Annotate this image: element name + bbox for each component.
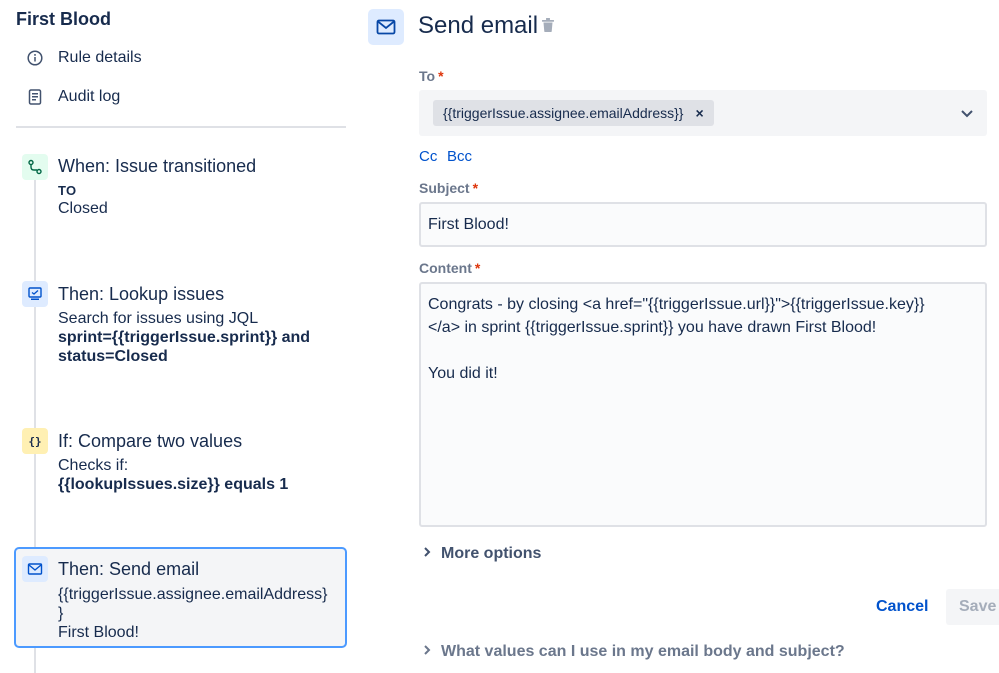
step-line: sprint={{triggerIssue.sprint}} and <box>58 329 311 346</box>
step-trigger-issue-transitioned[interactable]: When: Issue transitioned TO Closed <box>14 150 347 230</box>
step-title: Then: Send email <box>58 559 200 579</box>
step-line: Checks if: <box>58 457 129 474</box>
step-condition-compare-values[interactable]: {} If: Compare two values Checks if: {{l… <box>14 425 347 505</box>
send-email-icon <box>368 9 404 45</box>
chevron-right-icon <box>423 643 431 661</box>
step-line: Search for issues using JQL <box>58 310 259 327</box>
nav-audit-log-label: Audit log <box>58 88 121 105</box>
nav-rule-details[interactable]: Rule details <box>26 49 142 67</box>
editor-title: Send email <box>418 12 539 39</box>
trash-icon[interactable] <box>541 17 555 38</box>
document-icon <box>26 88 44 106</box>
required-marker: * <box>438 68 444 84</box>
content-label: Content * <box>419 260 480 276</box>
to-select[interactable]: {{triggerIssue.assignee.emailAddress}} × <box>419 90 987 136</box>
save-button[interactable]: Save <box>946 589 999 625</box>
remove-recipient-icon[interactable]: × <box>695 105 703 121</box>
step-line: TO <box>58 183 77 198</box>
step-line: } <box>58 605 64 622</box>
branch-icon <box>22 154 48 180</box>
chevron-down-icon[interactable] <box>959 105 975 126</box>
envelope-icon <box>22 556 48 582</box>
more-options-toggle[interactable]: More options <box>423 545 541 563</box>
bcc-link[interactable]: Bcc <box>447 148 472 165</box>
recipient-chip: {{triggerIssue.assignee.emailAddress}} × <box>433 100 714 126</box>
screen-icon <box>22 281 48 307</box>
help-values-label: What values can I use in my email body a… <box>441 643 845 660</box>
to-label: To * <box>419 68 444 84</box>
subject-label: Subject * <box>419 180 478 196</box>
step-line: First Blood! <box>58 624 139 641</box>
content-label-text: Content <box>419 260 472 276</box>
nav-divider <box>16 126 346 128</box>
step-line: Closed <box>58 200 108 217</box>
subject-label-text: Subject <box>419 180 470 196</box>
curly-braces-icon: {} <box>22 428 48 454</box>
rule-title: First Blood <box>16 9 111 29</box>
help-values-toggle[interactable]: What values can I use in my email body a… <box>423 643 845 661</box>
step-title: Then: Lookup issues <box>58 284 225 304</box>
step-line: {{lookupIssues.size}} equals 1 <box>58 476 289 493</box>
step-title: When: Issue transitioned <box>58 156 257 176</box>
step-line: status=Closed <box>58 348 168 365</box>
step-title: If: Compare two values <box>58 431 243 451</box>
cancel-button[interactable]: Cancel <box>866 591 938 623</box>
subject-input[interactable] <box>419 202 987 247</box>
step-action-send-email[interactable]: Then: Send email {{triggerIssue.assignee… <box>14 547 347 648</box>
more-options-label: More options <box>441 545 542 562</box>
to-label-text: To <box>419 68 436 84</box>
step-line: {{triggerIssue.assignee.emailAddress} <box>58 586 328 603</box>
required-marker: * <box>474 260 481 276</box>
nav-audit-log[interactable]: Audit log <box>26 88 120 106</box>
content-textarea[interactable]: Congrats - by closing <a href="{{trigger… <box>419 282 987 527</box>
recipient-chip-label: {{triggerIssue.assignee.emailAddress}} <box>443 105 684 121</box>
info-icon <box>26 49 44 67</box>
step-action-lookup-issues[interactable]: Then: Lookup issues Search for issues us… <box>14 278 347 378</box>
required-marker: * <box>472 180 479 196</box>
chevron-right-icon <box>423 545 431 563</box>
nav-rule-details-label: Rule details <box>58 49 142 66</box>
cc-link[interactable]: Cc <box>419 148 437 165</box>
